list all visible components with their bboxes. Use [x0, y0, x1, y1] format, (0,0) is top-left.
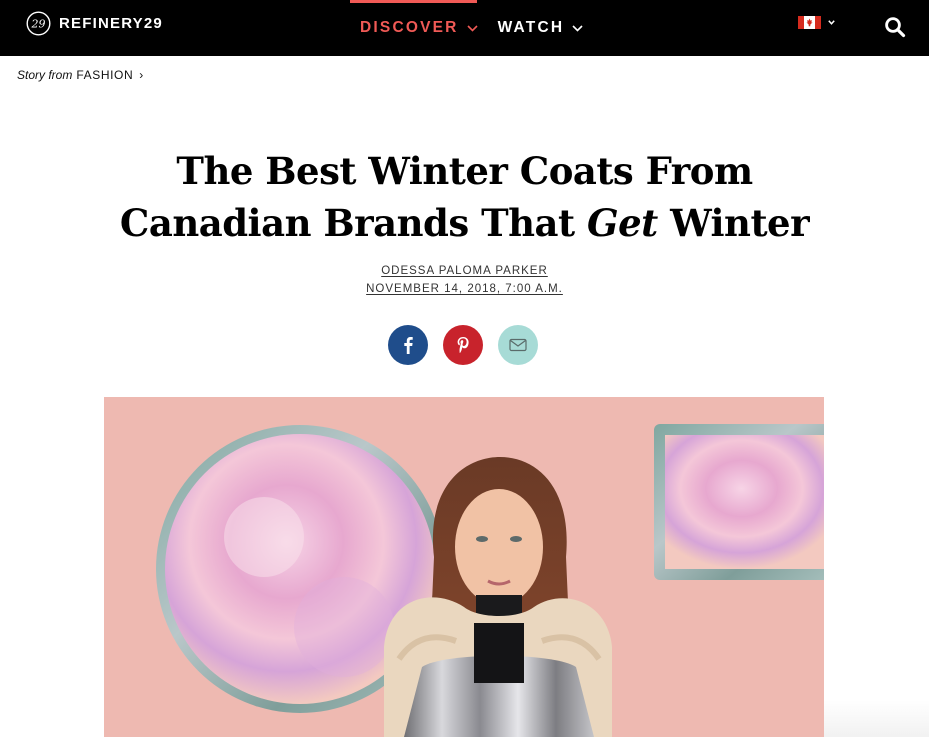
logo-wordmark: REFINERY29 [59, 15, 163, 32]
hero-illustration [104, 397, 824, 737]
author-link[interactable]: ODESSA PALOMA PARKER [381, 265, 548, 277]
hero-image [104, 397, 824, 737]
chevron-down-icon [466, 24, 478, 32]
r29-circle-logo-icon: 29 [26, 11, 51, 36]
breadcrumb-section-link[interactable]: FASHION [76, 68, 133, 82]
article-title-part2: Winter [657, 201, 810, 245]
article-title: The Best Winter Coats From Canadian Bran… [100, 145, 829, 249]
search-icon [885, 17, 906, 38]
nav-discover-label: DISCOVER [360, 19, 459, 36]
corner-overlay [824, 700, 929, 737]
article-byline: ODESSA PALOMA PARKER NOVEMBER 14, 2018, … [0, 262, 929, 298]
locale-selector[interactable] [798, 16, 835, 29]
primary-nav-menu: DISCOVER WATCH [350, 0, 593, 56]
email-icon [509, 338, 527, 352]
chevron-right-icon: › [139, 68, 144, 82]
facebook-share-button[interactable] [388, 325, 428, 365]
article-title-emphasis: Get [586, 201, 658, 245]
nav-discover[interactable]: DISCOVER [350, 0, 488, 56]
pinterest-share-button[interactable] [443, 325, 483, 365]
nav-watch[interactable]: WATCH [488, 0, 594, 56]
email-share-button[interactable] [498, 325, 538, 365]
publish-date[interactable]: NOVEMBER 14, 2018, 7:00 A.M. [366, 283, 563, 295]
breadcrumb: Story from FASHION › [17, 68, 143, 82]
svg-text:29: 29 [31, 18, 46, 31]
breadcrumb-prefix: Story from [17, 68, 73, 82]
nav-watch-label: WATCH [497, 19, 565, 36]
share-buttons [388, 325, 538, 365]
search-button[interactable] [884, 16, 906, 38]
chevron-down-icon [572, 24, 583, 32]
top-navigation-bar: 29 REFINERY29 DISCOVER WATCH [0, 0, 929, 56]
refinery29-logo[interactable]: 29 REFINERY29 [26, 11, 163, 36]
canada-flag-icon [798, 16, 821, 29]
facebook-icon [404, 337, 413, 354]
chevron-down-icon [828, 20, 835, 25]
pinterest-icon [457, 337, 469, 353]
